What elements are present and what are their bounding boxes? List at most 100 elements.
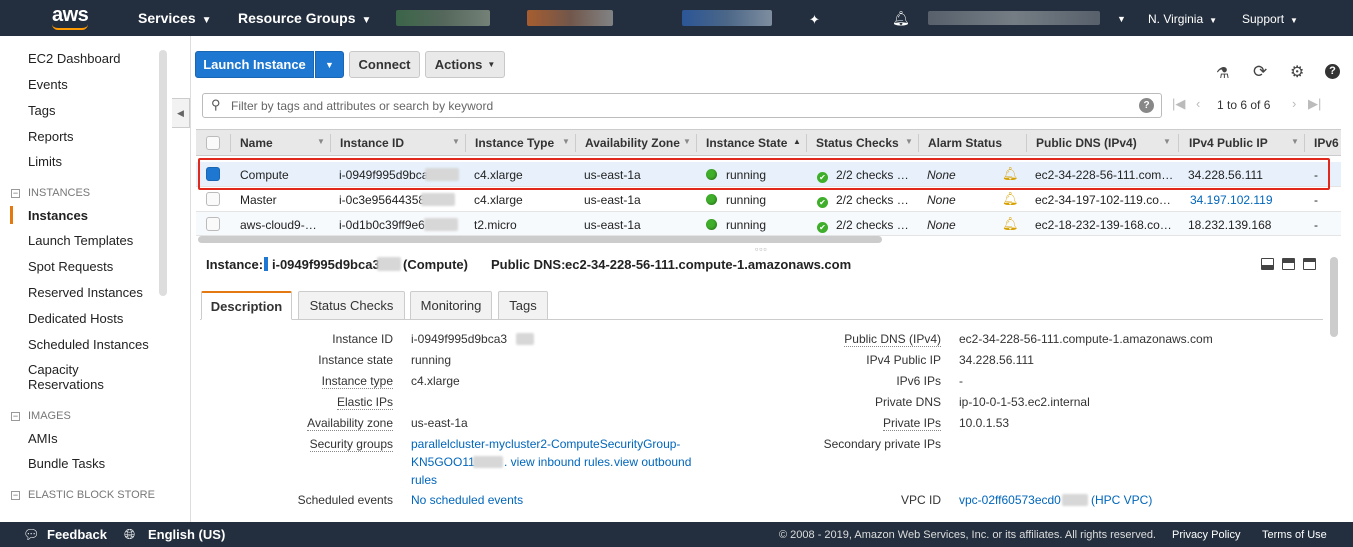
- sort-icon[interactable]: ▼: [683, 137, 691, 146]
- refresh-icon[interactable]: ⟳: [1253, 62, 1267, 82]
- first-page-icon[interactable]: |◀: [1172, 96, 1185, 112]
- collapse-instances-icon[interactable]: −: [11, 189, 20, 198]
- sort-icon[interactable]: ▼: [905, 137, 913, 146]
- sidebar-item-capacity-reservations[interactable]: Capacity: [28, 362, 79, 377]
- table-row[interactable]: Master i-0c3e95644358 c4.xlarge us-east-…: [196, 187, 1341, 212]
- column-instance-type[interactable]: Instance Type: [475, 136, 554, 150]
- sidebar-item-spot-requests[interactable]: Spot Requests: [28, 259, 113, 274]
- select-all-checkbox[interactable]: [206, 136, 220, 150]
- view-inbound-rules-link[interactable]: . view inbound rules.: [504, 455, 613, 469]
- value-security-group-link[interactable]: parallelcluster-mycluster2-ComputeSecuri…: [411, 437, 680, 451]
- actions-button[interactable]: Actions ▼: [425, 51, 505, 78]
- table-horizontal-scrollbar[interactable]: [198, 236, 882, 243]
- sidebar-item-launch-templates[interactable]: Launch Templates: [28, 233, 133, 248]
- sort-icon[interactable]: ▼: [562, 137, 570, 146]
- account-menu[interactable]: [928, 11, 1100, 25]
- detail-vertical-scrollbar[interactable]: [1330, 257, 1338, 337]
- tab-tags[interactable]: Tags: [498, 291, 548, 320]
- collapse-ebs-icon[interactable]: −: [11, 491, 20, 500]
- resource-groups-menu[interactable]: Resource Groups ▼: [238, 10, 371, 26]
- sidebar-item-instances[interactable]: Instances: [28, 208, 88, 223]
- sidebar-item-scheduled-instances[interactable]: Scheduled Instances: [28, 337, 149, 352]
- view-outbound-rules-link-line2[interactable]: rules: [411, 473, 437, 487]
- create-alarm-icon[interactable]: 🔔︎: [1002, 216, 1019, 232]
- sort-icon[interactable]: ▼: [452, 137, 460, 146]
- sidebar-item-tags[interactable]: Tags: [28, 103, 55, 118]
- pinned-service-3[interactable]: [682, 10, 772, 26]
- pinned-service-2[interactable]: [527, 10, 613, 26]
- sort-ascending-icon[interactable]: ▲: [793, 137, 801, 146]
- column-ipv4-public-ip[interactable]: IPv4 Public IP: [1189, 136, 1268, 150]
- column-availability-zone[interactable]: Availability Zone: [585, 136, 680, 150]
- globe-icon[interactable]: 🌐︎: [124, 526, 135, 543]
- value-vpc-name[interactable]: (HPC VPC): [1091, 493, 1152, 507]
- services-menu[interactable]: Services ▼: [138, 10, 212, 26]
- column-status-checks[interactable]: Status Checks: [816, 136, 899, 150]
- resize-handle-icon[interactable]: ▫▫▫: [755, 244, 768, 254]
- feedback-link[interactable]: Feedback: [47, 527, 107, 542]
- last-page-icon[interactable]: ▶|: [1308, 96, 1321, 112]
- tab-monitoring[interactable]: Monitoring: [410, 291, 492, 320]
- create-alarm-icon[interactable]: 🔔︎: [1002, 191, 1019, 207]
- sidebar-header-images[interactable]: IMAGES: [28, 410, 71, 422]
- label-ipv6-ips: IPv6 IPs: [896, 374, 941, 388]
- filter-help-icon[interactable]: ?: [1139, 98, 1154, 113]
- pane-split-icon[interactable]: [1282, 258, 1295, 270]
- sort-icon[interactable]: ▼: [317, 137, 325, 146]
- sidebar-scrollbar[interactable]: [159, 50, 167, 296]
- account-caret-icon[interactable]: ▼: [1117, 14, 1126, 24]
- support-menu[interactable]: Support ▼: [1242, 12, 1298, 26]
- tab-status-checks[interactable]: Status Checks: [298, 291, 405, 320]
- column-public-dns[interactable]: Public DNS (IPv4): [1036, 136, 1137, 150]
- sidebar-item-capacity-reservations-line2[interactable]: Reservations: [28, 377, 104, 392]
- table-row[interactable]: aws-cloud9-… i-0d1b0c39ff9e6 t2.micro us…: [196, 212, 1341, 236]
- value-vpc-id[interactable]: vpc-02ff60573ecd0: [959, 493, 1061, 507]
- sidebar-item-ec2-dashboard[interactable]: EC2 Dashboard: [28, 51, 121, 66]
- launch-instance-button[interactable]: Launch Instance: [195, 51, 314, 78]
- language-selector[interactable]: English (US): [148, 527, 225, 542]
- sidebar-header-instances[interactable]: INSTANCES: [28, 187, 90, 199]
- feedback-icon[interactable]: 💬︎: [23, 527, 40, 543]
- collapse-images-icon[interactable]: −: [11, 412, 20, 421]
- cell-ipv4-public-ip[interactable]: 34.197.102.119: [1190, 193, 1273, 207]
- sidebar-item-limits[interactable]: Limits: [28, 154, 62, 169]
- collapse-sidebar-button[interactable]: ◀: [172, 98, 190, 128]
- pin-icon[interactable]: ✦: [809, 12, 820, 28]
- search-filter[interactable]: ⚲ Filter by tags and attributes or searc…: [202, 93, 1162, 118]
- sidebar-item-events[interactable]: Events: [28, 77, 68, 92]
- sidebar-item-reserved-instances[interactable]: Reserved Instances: [28, 285, 143, 300]
- column-instance-state[interactable]: Instance State: [706, 136, 787, 150]
- value-security-group-id[interactable]: KN5GOO11: [411, 455, 475, 469]
- column-instance-id[interactable]: Instance ID: [340, 136, 404, 150]
- prev-page-icon[interactable]: ‹: [1196, 96, 1200, 111]
- next-page-icon[interactable]: ›: [1292, 96, 1296, 111]
- value-scheduled-events[interactable]: No scheduled events: [411, 493, 523, 507]
- row-checkbox[interactable]: [206, 192, 220, 206]
- pane-bottom-icon[interactable]: [1261, 258, 1274, 270]
- sidebar-item-dedicated-hosts[interactable]: Dedicated Hosts: [28, 311, 123, 326]
- pinned-service-1[interactable]: [396, 10, 490, 26]
- connect-button[interactable]: Connect: [349, 51, 420, 78]
- column-ipv6[interactable]: IPv6: [1314, 136, 1339, 150]
- tab-description[interactable]: Description: [201, 291, 292, 320]
- terms-of-use-link[interactable]: Terms of Use: [1262, 529, 1327, 541]
- sort-icon[interactable]: ▼: [1163, 137, 1171, 146]
- sidebar-item-reports[interactable]: Reports: [28, 129, 74, 144]
- row-checkbox[interactable]: [206, 217, 220, 231]
- sort-icon[interactable]: ▼: [1291, 137, 1299, 146]
- column-alarm-status[interactable]: Alarm Status: [928, 136, 1002, 150]
- privacy-policy-link[interactable]: Privacy Policy: [1172, 529, 1240, 541]
- view-outbound-rules-link[interactable]: view outbound: [614, 455, 691, 469]
- sidebar-header-ebs[interactable]: ELASTIC BLOCK STORE: [28, 489, 155, 501]
- gear-icon[interactable]: ⚙: [1290, 62, 1304, 82]
- region-menu[interactable]: N. Virginia ▼: [1148, 12, 1217, 26]
- column-name[interactable]: Name: [240, 136, 273, 150]
- flask-icon[interactable]: ⚗: [1216, 64, 1229, 82]
- bell-icon[interactable]: 🔔︎: [892, 10, 910, 27]
- launch-instance-dropdown[interactable]: ▼: [315, 51, 344, 78]
- sidebar-item-amis[interactable]: AMIs: [28, 431, 58, 446]
- sidebar-item-bundle-tasks[interactable]: Bundle Tasks: [28, 456, 105, 471]
- pane-top-icon[interactable]: [1303, 258, 1316, 270]
- help-icon[interactable]: ?: [1325, 64, 1340, 79]
- cell-availability-zone: us-east-1a: [584, 193, 641, 207]
